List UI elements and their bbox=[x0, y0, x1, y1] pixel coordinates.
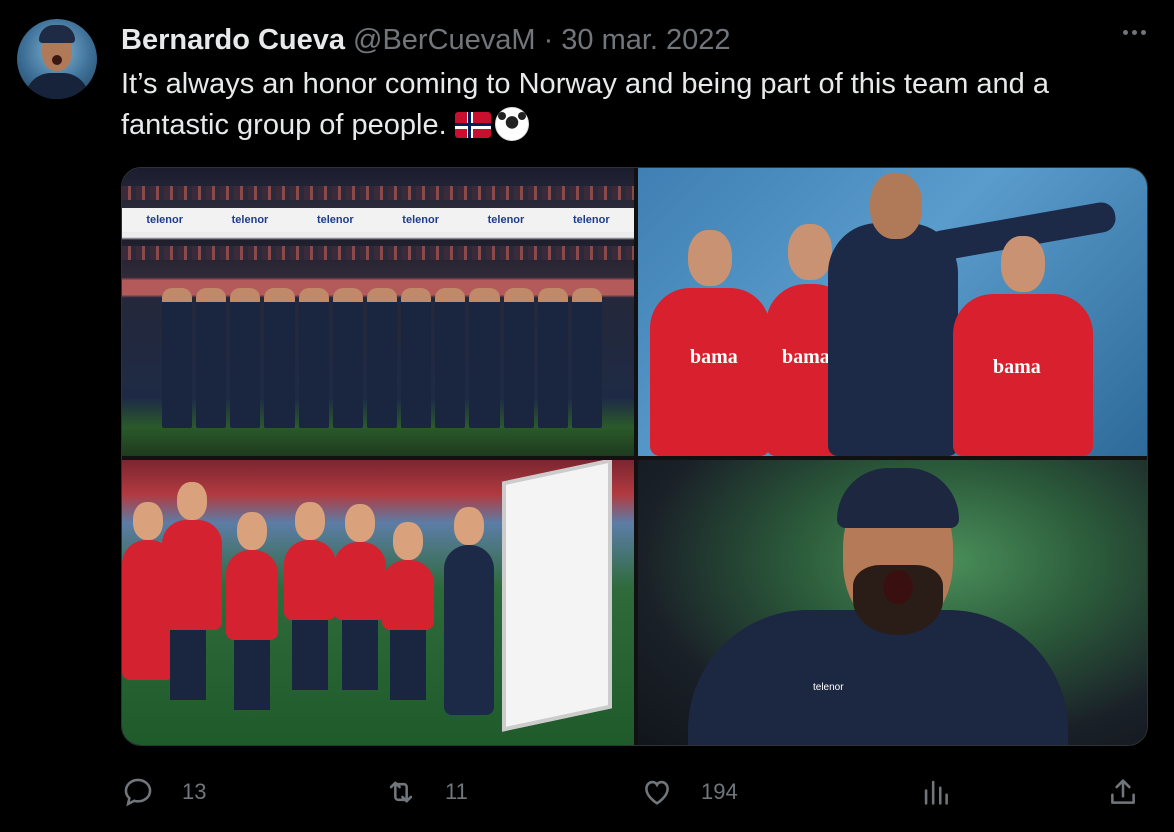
tablet-screen bbox=[502, 460, 612, 732]
reply-button[interactable]: 13 bbox=[121, 772, 206, 812]
share-button[interactable] bbox=[1106, 772, 1140, 812]
retweet-icon bbox=[389, 781, 413, 803]
photo-coach-shouting[interactable]: telenor bbox=[638, 460, 1147, 745]
more-options-icon[interactable] bbox=[1123, 30, 1146, 35]
author-handle[interactable]: @BerCuevaM bbox=[353, 24, 536, 57]
tweet-header: Bernardo Cueva @BerCuevaM · 30 mar. 2022 bbox=[121, 22, 731, 58]
retweet-count: 11 bbox=[445, 779, 468, 804]
photo-team-lineup[interactable]: telenor telenor telenor telenor telenor … bbox=[122, 168, 634, 456]
tweet-text: It’s always an honor coming to Norway an… bbox=[121, 64, 1131, 146]
heart-icon bbox=[645, 780, 669, 805]
reply-count: 13 bbox=[182, 779, 207, 804]
like-button[interactable]: 194 bbox=[640, 772, 738, 812]
soccer-ball-icon bbox=[494, 107, 529, 141]
tweet-date[interactable]: 30 mar. 2022 bbox=[561, 24, 730, 57]
views-button[interactable] bbox=[919, 772, 953, 812]
tweet-body: It’s always an honor coming to Norway an… bbox=[121, 68, 1049, 141]
media-grid: telenor telenor telenor telenor telenor … bbox=[121, 167, 1148, 746]
coach-figure bbox=[828, 173, 1118, 456]
photo-players-screen[interactable] bbox=[122, 460, 634, 745]
author-avatar[interactable] bbox=[17, 19, 97, 99]
stadium-banner: telenor telenor telenor telenor telenor … bbox=[122, 208, 634, 232]
bar-chart-icon bbox=[924, 780, 948, 805]
norway-flag-icon bbox=[454, 112, 491, 138]
coach-face bbox=[837, 468, 959, 635]
tweet-actions: 13 11 194 bbox=[121, 772, 1148, 812]
like-count: 194 bbox=[701, 779, 738, 804]
header-separator: · bbox=[543, 23, 554, 56]
share-icon bbox=[1111, 779, 1135, 804]
photo-coach-pointing[interactable]: bama bama bama bbox=[638, 168, 1147, 456]
staff-lineup bbox=[162, 288, 603, 428]
author-display-name[interactable]: Bernardo Cueva bbox=[121, 24, 345, 57]
reply-icon bbox=[124, 778, 152, 807]
retweet-button[interactable]: 11 bbox=[384, 772, 468, 812]
